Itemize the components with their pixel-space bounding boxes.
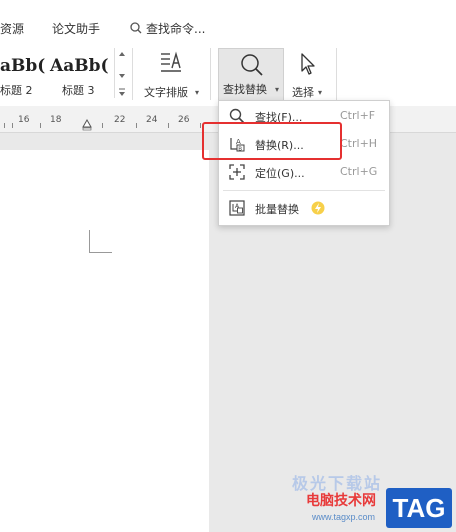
tab-resources[interactable]: 资源: [0, 20, 24, 37]
menu-divider: [223, 190, 385, 191]
style-heading3-preview[interactable]: AaBb(: [50, 56, 109, 76]
watermark-tag-logo: TAG: [386, 488, 452, 528]
menu-item-find-shortcut: Ctrl+F: [340, 109, 376, 122]
ruler-label: 18: [50, 115, 62, 125]
magnifier-icon: [239, 53, 265, 77]
watermark-site-name: 电脑技术网: [306, 492, 376, 508]
ruler-tick: [136, 123, 137, 128]
menu-item-goto-label: 定位(G)...: [255, 167, 305, 180]
style-heading3-label[interactable]: 标题 3: [62, 82, 95, 98]
page-margin-corner-mark: [89, 230, 112, 253]
style-gallery-scroll[interactable]: [114, 48, 129, 98]
menu-item-batch-replace-label: 批量替换: [255, 203, 299, 216]
ribbon-divider: [210, 48, 211, 100]
batch-replace-icon: A: [229, 200, 245, 216]
search-icon[interactable]: [130, 20, 142, 34]
text-layout-label: 文字排版: [144, 86, 188, 99]
ruler-tick: [4, 123, 5, 128]
locate-icon: [229, 164, 245, 180]
ruler-tick: [12, 123, 13, 128]
indent-marker-icon[interactable]: [82, 116, 92, 131]
ribbon-tab-row: 资源 论文助手 查找命令...: [0, 0, 456, 44]
document-page[interactable]: [0, 150, 209, 532]
cursor-arrow-icon: [298, 52, 318, 76]
style-heading2-label[interactable]: 标题 2: [0, 82, 33, 98]
ruler-label: 16: [18, 115, 30, 125]
menu-item-replace-shortcut: Ctrl+H: [340, 137, 378, 150]
search-commands-input[interactable]: 查找命令...: [146, 20, 205, 37]
ruler-tick: [200, 123, 201, 128]
chevron-down-icon: ▾: [195, 88, 200, 97]
ruler-label: 26: [178, 115, 190, 125]
vip-lightning-icon: [311, 200, 325, 215]
replace-highlight-box: [202, 122, 342, 160]
ruler-tick: [168, 123, 169, 128]
style-heading2-preview[interactable]: aBb(: [0, 56, 45, 76]
menu-item-goto-shortcut: Ctrl+G: [340, 165, 378, 178]
style-gallery: aBb( 标题 2 AaBb( 标题 3: [0, 50, 128, 102]
ruler-tick: [40, 123, 41, 128]
chevron-down-icon: ▾: [275, 85, 280, 94]
chevron-down-icon: ▾: [318, 88, 323, 97]
find-replace-dropdown-menu: 查找(F)... Ctrl+F A B 替换(R)... Ctrl+H 定位(G…: [218, 100, 390, 226]
watermark-url: www.tagxp.com: [312, 512, 376, 522]
find-replace-button[interactable]: 查找替换 ▾: [218, 48, 284, 102]
ruler-label: 22: [114, 115, 126, 125]
ribbon-divider: [132, 48, 133, 100]
tab-thesis-assistant[interactable]: 论文助手: [52, 20, 100, 37]
ruler-tick: [102, 123, 103, 128]
ruler-label: 24: [146, 115, 158, 125]
menu-item-goto[interactable]: 定位(G)... Ctrl+G: [219, 159, 389, 185]
text-layout-icon: [158, 50, 184, 74]
select-label: 选择: [292, 86, 314, 99]
ribbon-toolbar: aBb( 标题 2 AaBb( 标题 3 文字排版 ▾ 查找替换 ▾ 选择 ▾: [0, 44, 456, 107]
menu-item-batch-replace[interactable]: A 批量替换: [219, 195, 389, 221]
select-button[interactable]: 选择 ▾: [288, 48, 332, 102]
ribbon-divider: [336, 48, 337, 100]
find-replace-label: 查找替换: [223, 83, 267, 96]
text-layout-button[interactable]: 文字排版 ▾: [140, 48, 204, 102]
